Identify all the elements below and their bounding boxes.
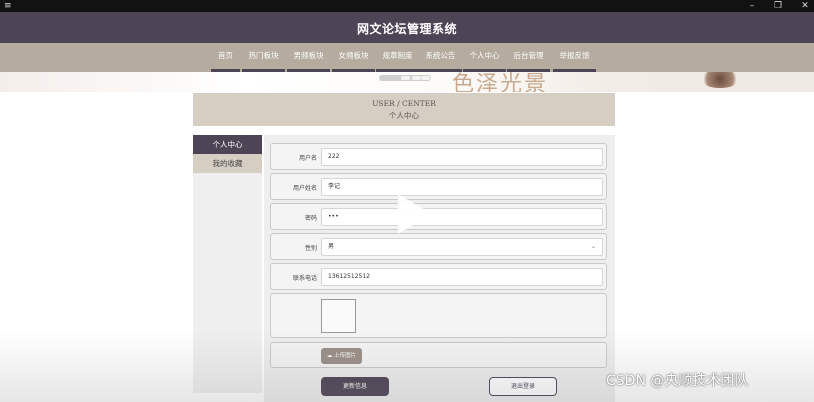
nav-item-home[interactable]: 首页 — [211, 43, 240, 72]
realname-label: 用户姓名 — [292, 185, 317, 192]
nav-item-label: 热门板块 — [248, 51, 279, 60]
nav-item-label: 男频板块 — [293, 51, 324, 60]
realname-input[interactable]: 李记 — [321, 178, 603, 196]
heading-cn: 个人中心 — [389, 111, 419, 120]
window-titlebar: ≡ – ❐ ✕ — [0, 0, 814, 12]
nav-item-report[interactable]: 举报反馈 — [553, 43, 596, 72]
phone-row: 联系电话 13612512512 — [270, 263, 607, 290]
nav-item-admin[interactable]: 后台管理 — [507, 43, 550, 72]
main-nav: 首页 热门板块 男频板块 女频板块 规章制度 系统公告 个人中心 后台管理 举报… — [0, 43, 814, 72]
banner-image — [700, 72, 740, 88]
avatar-image — [321, 299, 356, 333]
banner: 色泽光景 — [0, 72, 814, 92]
heading-en: USER / CENTER — [372, 99, 436, 108]
username-row: 用户名 222 — [270, 143, 607, 170]
sidebar-item-favorites[interactable]: 我的收藏 — [193, 154, 262, 173]
nav-item-label: 举报反馈 — [559, 51, 590, 60]
sidebar-item-user-center[interactable]: 个人中心 — [193, 135, 262, 154]
sidebar: 个人中心 我的收藏 — [193, 135, 262, 393]
banner-text: 色泽光景 — [452, 72, 549, 92]
nav-item-label: 后台管理 — [513, 51, 544, 60]
avatar-row — [270, 293, 607, 338]
nav-item-user-center[interactable]: 个人中心 — [463, 43, 506, 72]
nav-item-female[interactable]: 女频板块 — [332, 43, 375, 72]
username-input[interactable]: 222 — [321, 148, 603, 166]
minimize-icon[interactable]: – — [745, 0, 759, 12]
menu-icon[interactable]: ≡ — [4, 1, 12, 11]
gender-label: 性别 — [304, 245, 317, 252]
nav-item-label: 首页 — [218, 51, 233, 60]
nav-item-label: 系统公告 — [425, 51, 456, 60]
carousel-indicator[interactable] — [379, 75, 431, 81]
upload-button[interactable]: ☁ 上传图片 — [321, 348, 362, 364]
password-input[interactable]: ••• — [321, 208, 603, 226]
password-row: 密码 ••• — [270, 203, 607, 230]
chevron-down-icon: ⌄ — [590, 243, 596, 250]
upload-label: 上传图片 — [334, 353, 357, 359]
gender-value: 男 — [328, 243, 335, 250]
user-center-heading: USER / CENTER 个人中心 — [193, 93, 615, 126]
username-label: 用户名 — [298, 155, 317, 162]
phone-input[interactable]: 13612512512 — [321, 268, 603, 286]
gender-select[interactable]: 男 ⌄ — [321, 238, 603, 256]
close-icon[interactable]: ✕ — [798, 0, 812, 12]
logout-button[interactable]: 退出登录 — [489, 377, 557, 396]
nav-item-label: 规章制度 — [382, 51, 413, 60]
phone-label: 联系电话 — [292, 275, 317, 282]
upload-row: ☁ 上传图片 — [270, 342, 607, 368]
video-play-icon[interactable] — [388, 190, 436, 238]
watermark: CSDN @央顺技术团队 — [606, 373, 749, 389]
restore-icon[interactable]: ❐ — [771, 0, 785, 12]
nav-item-notice[interactable]: 系统公告 — [419, 43, 462, 72]
realname-row: 用户姓名 李记 — [270, 173, 607, 200]
profile-form: 用户名 222 用户姓名 李记 密码 ••• 性别 男 ⌄ 联系电话 13612… — [264, 135, 615, 402]
nav-item-label: 女频板块 — [338, 51, 369, 60]
update-button[interactable]: 更新信息 — [321, 377, 389, 396]
nav-item-hot[interactable]: 热门板块 — [242, 43, 285, 72]
nav-item-rules[interactable]: 规章制度 — [376, 43, 419, 72]
site-title: 网文论坛管理系统 — [356, 22, 457, 36]
nav-item-label: 个人中心 — [469, 51, 500, 60]
password-label: 密码 — [304, 215, 317, 222]
gender-row: 性别 男 ⌄ — [270, 233, 607, 260]
nav-item-male[interactable]: 男频板块 — [287, 43, 330, 72]
site-header: 网文论坛管理系统 — [0, 12, 814, 43]
